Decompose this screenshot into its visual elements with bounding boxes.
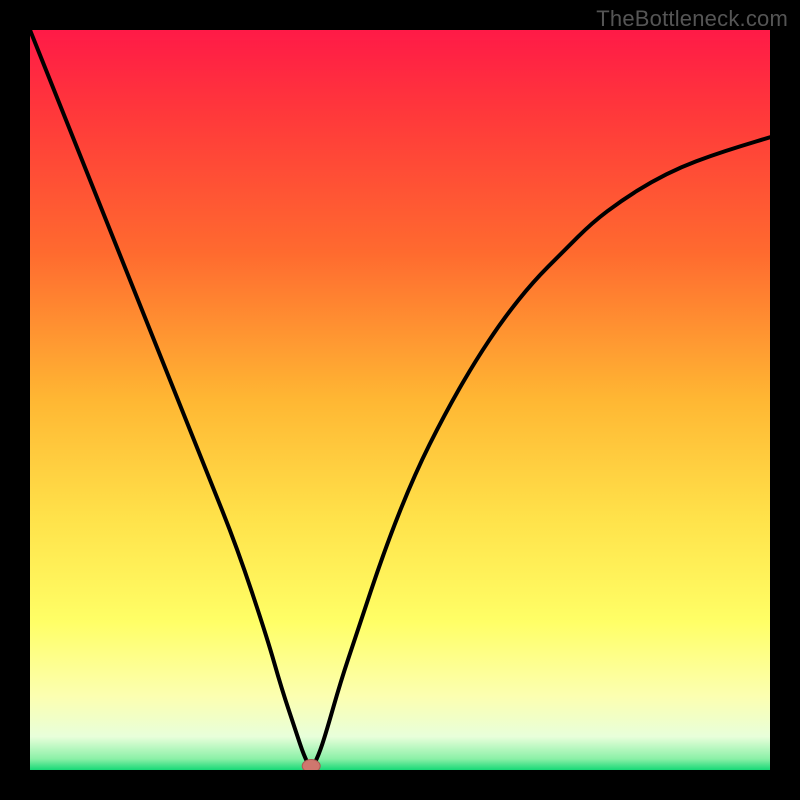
chart-svg xyxy=(30,30,770,770)
background-rect xyxy=(30,30,770,770)
plot-area xyxy=(30,30,770,770)
chart-frame: TheBottleneck.com xyxy=(0,0,800,800)
optimum-marker xyxy=(302,760,320,771)
watermark-text: TheBottleneck.com xyxy=(596,6,788,32)
